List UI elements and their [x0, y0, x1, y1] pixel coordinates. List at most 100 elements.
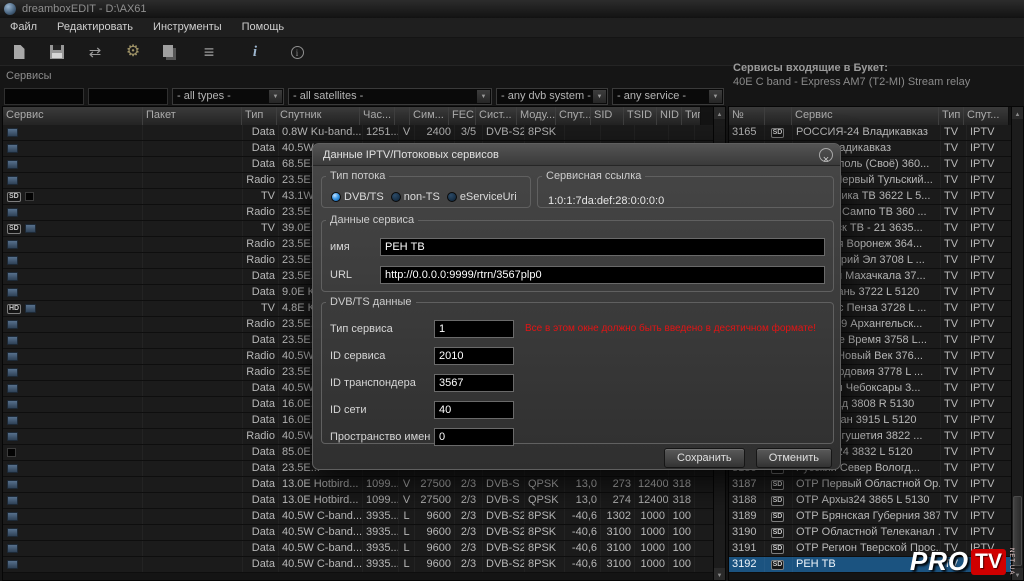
cell: 100 [669, 509, 695, 524]
service-name-input[interactable] [380, 238, 825, 256]
service-cell [3, 237, 143, 252]
locked-icon [7, 448, 16, 457]
cell: TV [941, 173, 967, 188]
cell: Data [243, 493, 279, 508]
watermark-net: NET.UA [1008, 548, 1014, 575]
toolbar-copy-button[interactable] [156, 40, 186, 64]
save-button[interactable]: Сохранить [664, 448, 745, 468]
filter-type-combo[interactable]: - all types - [172, 88, 284, 105]
toolbar-info-button[interactable] [240, 40, 270, 64]
table-row[interactable]: Data0.8W Ku-band...1251...V24003/5DVB-S2… [3, 125, 713, 141]
stream-type-radio-1[interactable]: non-TS [391, 191, 440, 203]
table-row[interactable]: Data40.5W C-band...3935...L96002/3DVB-S2… [3, 525, 713, 541]
filter-satellite-combo[interactable]: - all satellites - [288, 88, 492, 105]
package-filter-input[interactable] [88, 88, 168, 105]
table-row[interactable]: Data40.5W C-band...3935...L96002/3DVB-S2… [3, 541, 713, 557]
toolbar-settings-button[interactable] [118, 40, 148, 64]
dialog-title-bar[interactable]: Данные IPTV/Потоковых сервисов [313, 144, 840, 166]
table-row[interactable]: 3189SDОТР Брянская Губерния 387...TVIPTV [729, 509, 1011, 525]
filter-dvb-system-combo[interactable]: - any dvb system - [496, 88, 608, 105]
column-header[interactable]: № [729, 107, 765, 125]
column-header[interactable]: SID [590, 107, 624, 125]
service-filter-input[interactable] [4, 88, 84, 105]
service-cell [3, 125, 143, 140]
service-url-input[interactable] [380, 266, 825, 284]
column-header[interactable]: Тип [681, 107, 701, 125]
namespace-input[interactable] [434, 428, 514, 446]
cell [143, 237, 243, 252]
scroll-down-icon[interactable] [714, 568, 725, 580]
transponder-id-input[interactable] [434, 374, 514, 392]
table-row[interactable]: 3165SDРОССИЯ-24 ВладикавказTVIPTV [729, 125, 1011, 141]
stream-type-label: Тип потока [326, 170, 389, 182]
column-header[interactable]: Тип [938, 107, 964, 125]
cell: 3935... [363, 541, 399, 556]
cell: 8PSK [525, 509, 565, 524]
cancel-button[interactable]: Отменить [756, 448, 832, 468]
url-field-row: URL [330, 266, 825, 284]
cell [695, 477, 713, 492]
column-header[interactable]: Спут... [963, 107, 1009, 125]
column-header[interactable]: FEC [448, 107, 476, 125]
field-label: Пространство имен [330, 431, 430, 443]
chevron-down-icon [593, 90, 606, 103]
cell: TV [941, 381, 967, 396]
service-icon [7, 512, 18, 521]
toolbar-save-button[interactable] [42, 40, 72, 64]
combo-value: - all satellites - [293, 90, 476, 103]
close-icon[interactable] [819, 148, 833, 162]
stream-type-radio-0[interactable]: DVB/TS [331, 191, 384, 203]
table-row[interactable]: Data40.5W C-band...3935...L96002/3DVB-S2… [3, 509, 713, 525]
scroll-up-icon[interactable] [714, 107, 725, 119]
toolbar-list-button[interactable] [194, 40, 224, 64]
scrollbar-thumb[interactable] [1013, 496, 1022, 566]
cell: Data [243, 541, 279, 556]
name-field-row: имя [330, 238, 825, 256]
column-header[interactable]: Сервис [3, 107, 143, 125]
service-icon [7, 544, 18, 553]
table-row[interactable]: Data13.0E Hotbird...1099...V275002/3DVB-… [3, 493, 713, 509]
cell: 2400 [415, 125, 455, 140]
column-header[interactable]: Сист... [475, 107, 517, 125]
cell: QPSK [525, 477, 565, 492]
bouquet-scrollbar[interactable] [1011, 107, 1023, 580]
service-type-input[interactable] [434, 320, 514, 338]
cell [143, 477, 243, 492]
service-cell [3, 269, 143, 284]
table-row[interactable]: 3190SDОТР Областной Телеканал ...TVIPTV [729, 525, 1011, 541]
column-header[interactable]: Спут... [555, 107, 591, 125]
services-table-header: СервисПакетТипСпутникЧас...Сим...FECСист… [3, 107, 713, 125]
column-header[interactable]: Спутник [276, 107, 360, 125]
menu-help[interactable]: Помощь [232, 18, 295, 36]
cell: TV [941, 397, 967, 412]
cell [565, 125, 601, 140]
table-row[interactable]: 3188SDОТР Архыз24 3865 L 5130TVIPTV [729, 493, 1011, 509]
column-header[interactable] [764, 107, 792, 125]
toolbar-about-button[interactable] [282, 40, 312, 64]
column-header[interactable]: Сим... [409, 107, 449, 125]
cell: 8PSK [525, 525, 565, 540]
stream-type-radio-2[interactable]: eServiceUri [447, 191, 517, 203]
column-header[interactable]: Час... [359, 107, 395, 125]
table-row[interactable]: Data40.5W C-band...3935...L96002/3DVB-S2… [3, 557, 713, 573]
menu-file[interactable]: Файл [0, 18, 47, 36]
table-row[interactable]: 3187SDОТР Первый Областной Ор...TVIPTV [729, 477, 1011, 493]
column-header[interactable] [394, 107, 410, 125]
network-id-input[interactable] [434, 401, 514, 419]
service-icon [7, 160, 18, 169]
column-header[interactable]: Тип [241, 107, 277, 125]
service-id-input[interactable] [434, 347, 514, 365]
toolbar-new-document-button[interactable] [4, 40, 34, 64]
table-row[interactable]: Data13.0E Hotbird...1099...V275002/3DVB-… [3, 477, 713, 493]
column-header[interactable]: Сервис [791, 107, 939, 125]
column-header[interactable]: TSID [623, 107, 657, 125]
column-header[interactable]: NID [656, 107, 682, 125]
cell: Radio [243, 317, 279, 332]
menu-edit[interactable]: Редактировать [47, 18, 143, 36]
column-header[interactable]: Пакет [142, 107, 242, 125]
toolbar-transfer-button[interactable] [80, 40, 110, 64]
scroll-up-icon[interactable] [1012, 107, 1023, 119]
menu-tools[interactable]: Инструменты [143, 18, 232, 36]
filter-service-combo[interactable]: - any service - [612, 88, 724, 105]
column-header[interactable]: Моду... [516, 107, 556, 125]
